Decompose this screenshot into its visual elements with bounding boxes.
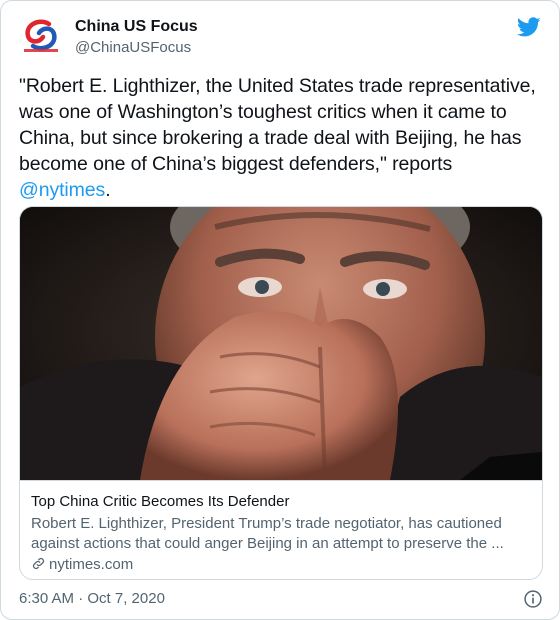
link-meta[interactable]: Top China Critic Becomes Its Defender Ro… bbox=[20, 480, 542, 579]
link-icon bbox=[32, 557, 45, 570]
tweet-text-end: . bbox=[105, 179, 111, 201]
tweet-card[interactable]: China US Focus @ChinaUSFocus "Robert E. … bbox=[0, 0, 560, 620]
tweet-quote: "Robert E. Lighthizer, the United States… bbox=[19, 75, 536, 175]
tweet-timestamp[interactable]: 6:30 AM · Oct 7, 2020 bbox=[19, 589, 165, 609]
tweet-header: China US Focus @ChinaUSFocus bbox=[19, 15, 541, 59]
link-domain-text: nytimes.com bbox=[49, 556, 134, 573]
account-handle[interactable]: @ChinaUSFocus bbox=[75, 38, 198, 58]
account-avatar[interactable] bbox=[19, 15, 63, 59]
china-us-focus-logo bbox=[24, 19, 58, 52]
link-description: Robert E. Lighthizer, President Trump’s … bbox=[31, 515, 504, 552]
twitter-bird-icon[interactable] bbox=[517, 15, 541, 39]
link-preview-card[interactable]: Top China Critic Becomes Its Defender Ro… bbox=[19, 206, 543, 580]
info-icon[interactable] bbox=[523, 589, 543, 609]
link-domain[interactable]: nytimes.com bbox=[31, 555, 133, 575]
article-photo[interactable] bbox=[20, 207, 542, 480]
display-name[interactable]: China US Focus bbox=[75, 17, 198, 37]
mention-link[interactable]: @nytimes bbox=[19, 179, 105, 201]
link-title[interactable]: Top China Critic Becomes Its Defender bbox=[31, 492, 531, 512]
tweet-text: "Robert E. Lighthizer, the United States… bbox=[19, 73, 541, 203]
